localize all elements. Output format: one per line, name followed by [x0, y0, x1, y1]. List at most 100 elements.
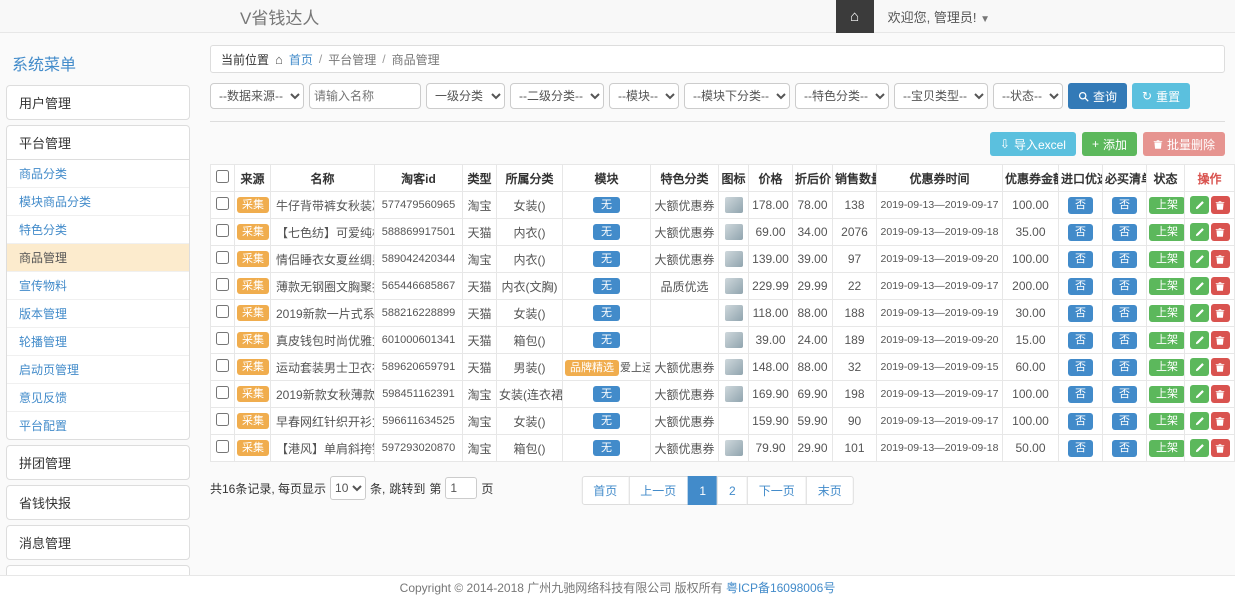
sidebar-item[interactable]: 平台配置: [7, 412, 189, 439]
edit-button[interactable]: [1190, 223, 1209, 241]
feature-category-select[interactable]: --特色分类--: [795, 83, 889, 109]
edit-button[interactable]: [1190, 385, 1209, 403]
edit-button[interactable]: [1190, 439, 1209, 457]
row-checkbox[interactable]: [216, 251, 229, 264]
sidebar-item[interactable]: 模块商品分类: [7, 188, 189, 216]
query-button[interactable]: 查询: [1068, 83, 1127, 109]
batch-delete-button[interactable]: 批量删除: [1143, 132, 1225, 156]
add-button[interactable]: + 添加: [1082, 132, 1137, 156]
must-buy-toggle[interactable]: 否: [1112, 359, 1137, 376]
import-select-toggle[interactable]: 否: [1068, 359, 1093, 376]
must-buy-toggle[interactable]: 否: [1112, 440, 1137, 457]
status-select[interactable]: --状态--: [993, 83, 1063, 109]
row-checkbox[interactable]: [216, 332, 229, 345]
delete-button[interactable]: [1211, 412, 1230, 430]
sidebar-group[interactable]: 省钱快报: [7, 486, 189, 519]
delete-button[interactable]: [1211, 358, 1230, 376]
edit-button[interactable]: [1190, 358, 1209, 376]
per-page-select[interactable]: 10: [330, 476, 366, 500]
must-buy-toggle[interactable]: 否: [1112, 197, 1137, 214]
status-button[interactable]: 上架: [1149, 359, 1185, 376]
must-buy-toggle[interactable]: 否: [1112, 278, 1137, 295]
must-buy-toggle[interactable]: 否: [1112, 413, 1137, 430]
delete-button[interactable]: [1211, 385, 1230, 403]
row-checkbox[interactable]: [216, 413, 229, 426]
item-type-select[interactable]: --宝贝类型--: [894, 83, 988, 109]
import-select-toggle[interactable]: 否: [1068, 440, 1093, 457]
delete-button[interactable]: [1211, 331, 1230, 349]
delete-button[interactable]: [1211, 277, 1230, 295]
sidebar-group[interactable]: 用户管理: [7, 86, 189, 119]
sidebar-item[interactable]: 轮播管理: [7, 328, 189, 356]
sidebar-item[interactable]: 意见反馈: [7, 384, 189, 412]
edit-button[interactable]: [1190, 250, 1209, 268]
row-checkbox[interactable]: [216, 278, 229, 291]
edit-button[interactable]: [1190, 331, 1209, 349]
edit-button[interactable]: [1190, 196, 1209, 214]
sidebar-item[interactable]: 特色分类: [7, 216, 189, 244]
delete-button[interactable]: [1211, 196, 1230, 214]
row-checkbox[interactable]: [216, 386, 229, 399]
edit-button[interactable]: [1190, 277, 1209, 295]
row-checkbox[interactable]: [216, 440, 229, 453]
must-buy-toggle[interactable]: 否: [1112, 386, 1137, 403]
sidebar-item[interactable]: 宣传物料: [7, 272, 189, 300]
reset-button[interactable]: ↻ 重置: [1132, 83, 1190, 109]
must-buy-toggle[interactable]: 否: [1112, 251, 1137, 268]
sidebar-item-active[interactable]: 商品管理: [7, 244, 189, 272]
sidebar-group[interactable]: 拼团管理: [7, 446, 189, 479]
page-button[interactable]: 1: [687, 476, 718, 505]
sidebar-item[interactable]: 商品分类: [7, 160, 189, 188]
sidebar-item[interactable]: 版本管理: [7, 300, 189, 328]
status-button[interactable]: 上架: [1149, 278, 1185, 295]
page-button[interactable]: 2: [717, 476, 748, 505]
delete-button[interactable]: [1211, 439, 1230, 457]
must-buy-toggle[interactable]: 否: [1112, 305, 1137, 322]
level1-category-select[interactable]: 一级分类: [426, 83, 505, 109]
sidebar-group[interactable]: 平台管理: [7, 126, 189, 159]
must-buy-toggle[interactable]: 否: [1112, 224, 1137, 241]
sidebar-item[interactable]: 启动页管理: [7, 356, 189, 384]
icp-link[interactable]: 粤ICP备16098006号: [726, 581, 835, 595]
delete-button[interactable]: [1211, 223, 1230, 241]
status-button[interactable]: 上架: [1149, 386, 1185, 403]
status-button[interactable]: 上架: [1149, 440, 1185, 457]
row-checkbox[interactable]: [216, 197, 229, 210]
edit-button[interactable]: [1190, 304, 1209, 322]
module-sub-category-select[interactable]: --模块下分类--: [684, 83, 790, 109]
status-button[interactable]: 上架: [1149, 413, 1185, 430]
delete-button[interactable]: [1211, 304, 1230, 322]
import-select-toggle[interactable]: 否: [1068, 413, 1093, 430]
import-select-toggle[interactable]: 否: [1068, 386, 1093, 403]
data-source-select[interactable]: --数据来源--: [210, 83, 304, 109]
status-button[interactable]: 上架: [1149, 224, 1185, 241]
import-select-toggle[interactable]: 否: [1068, 278, 1093, 295]
import-select-toggle[interactable]: 否: [1068, 197, 1093, 214]
status-button[interactable]: 上架: [1149, 332, 1185, 349]
level2-category-select[interactable]: --二级分类--: [510, 83, 604, 109]
jump-page-input[interactable]: [445, 477, 477, 499]
import-select-toggle[interactable]: 否: [1068, 251, 1093, 268]
row-checkbox[interactable]: [216, 224, 229, 237]
import-select-toggle[interactable]: 否: [1068, 332, 1093, 349]
breadcrumb-home-link[interactable]: 首页: [289, 51, 313, 68]
home-button[interactable]: ⌂: [836, 0, 874, 33]
status-button[interactable]: 上架: [1149, 251, 1185, 268]
page-button[interactable]: 首页: [581, 476, 629, 505]
page-button[interactable]: 末页: [806, 476, 854, 505]
import-select-toggle[interactable]: 否: [1068, 224, 1093, 241]
import-select-toggle[interactable]: 否: [1068, 305, 1093, 322]
edit-button[interactable]: [1190, 412, 1209, 430]
select-all-checkbox[interactable]: [216, 170, 229, 183]
delete-button[interactable]: [1211, 250, 1230, 268]
row-checkbox[interactable]: [216, 305, 229, 318]
sidebar-group[interactable]: 消息管理: [7, 526, 189, 559]
must-buy-toggle[interactable]: 否: [1112, 332, 1137, 349]
import-excel-button[interactable]: ⇩ 导入excel: [990, 132, 1076, 156]
name-input[interactable]: [309, 83, 421, 109]
status-button[interactable]: 上架: [1149, 197, 1185, 214]
page-button[interactable]: 下一页: [747, 476, 807, 505]
status-button[interactable]: 上架: [1149, 305, 1185, 322]
row-checkbox[interactable]: [216, 359, 229, 372]
module-select[interactable]: --模块--: [609, 83, 679, 109]
